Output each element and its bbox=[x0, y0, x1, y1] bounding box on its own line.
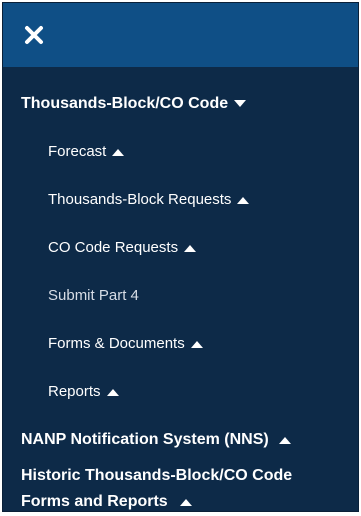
menu-item-forecast[interactable]: Forecast bbox=[48, 143, 358, 160]
menu-item-co-code-requests[interactable]: CO Code Requests bbox=[48, 239, 358, 256]
caret-up-icon bbox=[180, 489, 193, 515]
menu-item-label: Forecast bbox=[48, 143, 107, 160]
section-label-with-caret: Historic Thousands-Block/CO Code Forms a… bbox=[21, 463, 341, 515]
menu-item-submit-part-4[interactable]: Submit Part 4 bbox=[48, 287, 358, 304]
section-historic-forms-reports[interactable]: Historic Thousands-Block/CO Code Forms a… bbox=[21, 463, 358, 515]
caret-up-icon bbox=[112, 143, 125, 160]
menu-item-label: Thousands-Block Requests bbox=[48, 191, 232, 208]
navigation-panel: Thousands-Block/CO Code Forecast Thousan… bbox=[2, 2, 359, 512]
caret-up-icon bbox=[184, 239, 197, 256]
menu-item-label: Forms & Documents bbox=[48, 335, 185, 352]
caret-down-icon bbox=[234, 95, 247, 113]
menu-item-thousands-block-requests[interactable]: Thousands-Block Requests bbox=[48, 191, 358, 208]
menu-item-label: CO Code Requests bbox=[48, 239, 179, 256]
caret-up-icon bbox=[237, 191, 250, 208]
section-label: NANP Notification System (NNS) bbox=[21, 431, 269, 448]
section-thousands-block-co-code[interactable]: Thousands-Block/CO Code bbox=[21, 95, 358, 113]
menu-item-label: Reports bbox=[48, 383, 101, 400]
menu-header bbox=[3, 3, 358, 67]
caret-up-icon bbox=[106, 383, 119, 400]
section-label: Historic Thousands-Block/CO Code Forms a… bbox=[21, 467, 293, 510]
menu-item-label: Submit Part 4 bbox=[48, 287, 139, 304]
caret-up-icon bbox=[190, 335, 203, 352]
close-icon[interactable] bbox=[23, 24, 45, 46]
section-nanp-notification-system[interactable]: NANP Notification System (NNS) bbox=[21, 431, 358, 449]
section-label: Thousands-Block/CO Code bbox=[21, 95, 229, 112]
menu-item-forms-documents[interactable]: Forms & Documents bbox=[48, 335, 358, 352]
menu-item-reports[interactable]: Reports bbox=[48, 383, 358, 400]
caret-up-icon bbox=[278, 431, 291, 449]
